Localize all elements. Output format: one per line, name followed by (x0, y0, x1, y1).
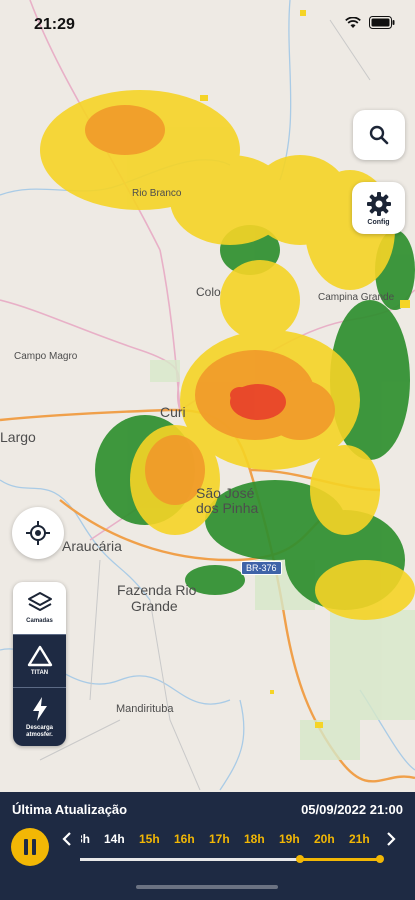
config-button[interactable]: Config (352, 182, 405, 234)
timeline-start-knob[interactable] (296, 855, 304, 863)
hour-item[interactable]: 20h (314, 832, 335, 846)
timeline-track[interactable] (80, 858, 380, 861)
triangle-icon (27, 645, 52, 667)
map-label-mandirituba: Mandirituba (116, 703, 174, 715)
chevron-right-icon[interactable] (386, 832, 396, 846)
gear-icon (366, 191, 391, 216)
hour-item[interactable]: 17h (209, 832, 230, 846)
map-label-rio-branco: Rio Branco (132, 188, 182, 199)
search-icon (369, 125, 389, 145)
map-label-fazenda-rio-1: Fazenda Rio (117, 582, 197, 598)
titan-button[interactable]: TITAN (13, 634, 66, 687)
map-label-curitiba: Curi (160, 404, 186, 420)
hour-item[interactable]: 21h (349, 832, 370, 846)
timeline-progress (300, 858, 380, 861)
layer-controls: Camadas TITAN Descarga atmosfer. (13, 582, 66, 746)
status-bar: 21:29 (0, 0, 415, 50)
hour-item[interactable]: 19h (279, 832, 300, 846)
layers-button[interactable]: Camadas (13, 582, 66, 634)
hour-item[interactable]: 15h (139, 832, 160, 846)
last-update-label: Última Atualização (12, 802, 128, 817)
hour-item[interactable]: 14h (104, 832, 125, 846)
map-label-campo-largo: Largo (0, 429, 36, 445)
titan-label: TITAN (30, 670, 49, 676)
map-label-campo-magro: Campo Magro (14, 351, 78, 362)
hour-item[interactable]: 16h (174, 832, 195, 846)
status-time: 21:29 (34, 16, 75, 33)
timeline-end-knob[interactable] (376, 855, 384, 863)
wifi-icon (345, 16, 361, 28)
config-label: Config (367, 218, 390, 226)
hour-item[interactable]: 3h (81, 832, 90, 846)
pause-button[interactable] (11, 828, 49, 866)
layers-label: Camadas (26, 618, 53, 624)
hour-item[interactable]: 18h (244, 832, 265, 846)
battery-icon (369, 16, 395, 29)
crosshair-icon (26, 521, 50, 545)
pause-icon (24, 839, 36, 855)
timeline-panel: Última Atualização 05/09/2022 21:00 3h 1… (0, 792, 415, 900)
lightning-button[interactable]: Descarga atmosfer. (13, 687, 66, 746)
road-badge-br376: BR-376 (241, 561, 282, 575)
home-indicator (136, 885, 278, 889)
hour-selector: 3h 14h 15h 16h 17h 18h 19h 20h 21h (62, 830, 402, 850)
map-label-fazenda-rio-2: Grande (131, 598, 178, 614)
last-update-date: 05/09/2022 21:00 (301, 802, 403, 817)
map-label-colombo: Colo (196, 285, 221, 299)
lightning-icon (32, 696, 47, 721)
map-label-araucaria: Araucária (62, 538, 122, 554)
layers-icon (27, 592, 52, 611)
search-button[interactable] (353, 110, 405, 160)
map-label-sao-jose-dos-pinhais: São José dos Pinha (196, 485, 259, 516)
map-label-campina-grande: Campina Grande (318, 292, 395, 303)
locate-button[interactable] (12, 507, 64, 559)
status-icons (345, 16, 395, 29)
lightning-label: Descarga atmosfer. (25, 724, 54, 738)
